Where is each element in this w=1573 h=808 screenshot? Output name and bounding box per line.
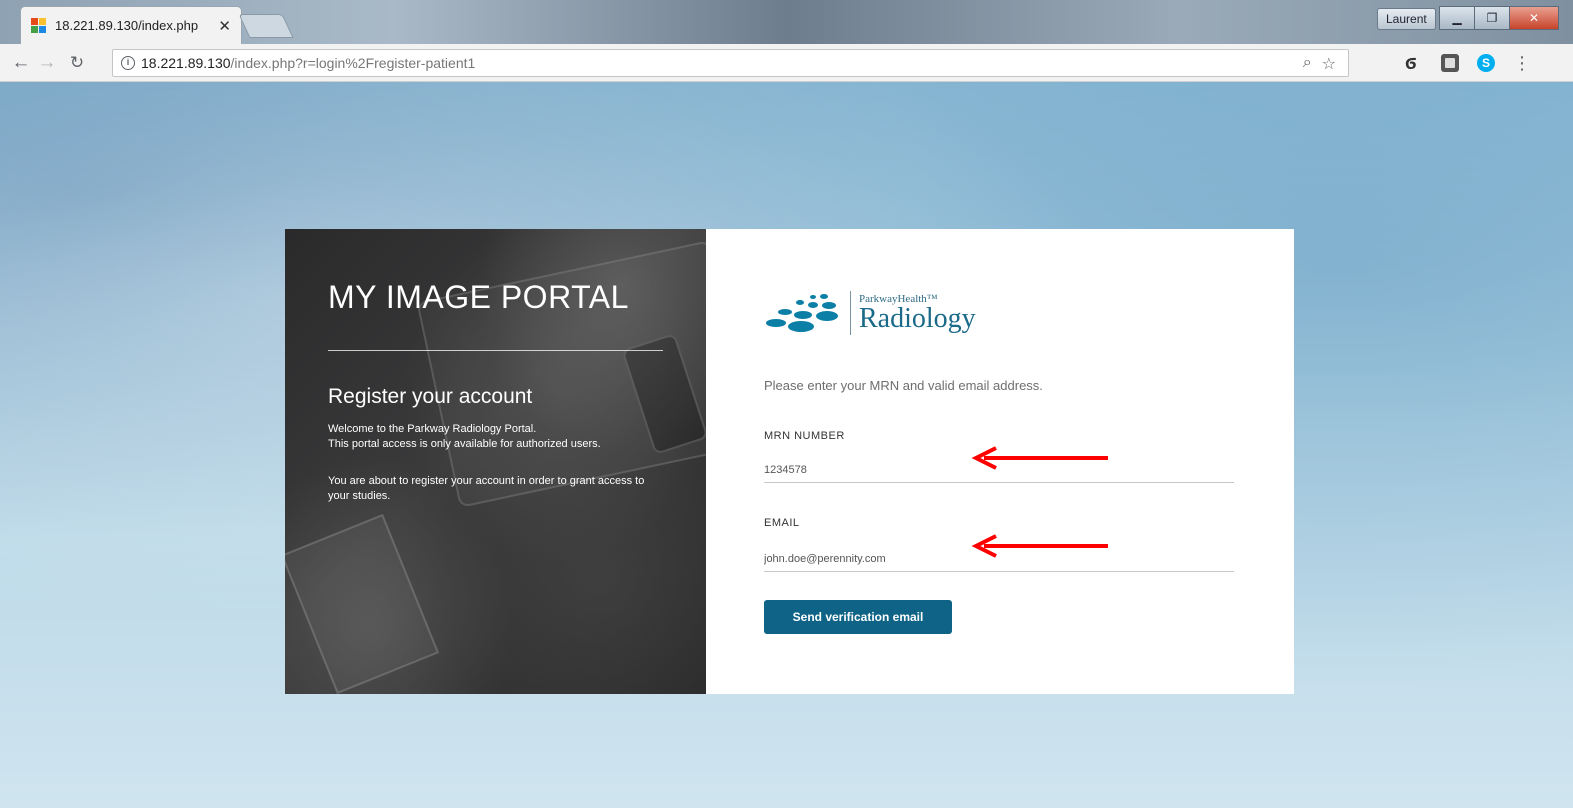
notebook-photo-decoration (285, 513, 440, 694)
mrn-label: MRN NUMBER (764, 430, 845, 442)
back-icon[interactable]: ← (8, 50, 34, 76)
window-titlebar: 18.221.89.130/index.php ✕ Laurent ▁ ❐ ✕ (0, 0, 1573, 44)
welcome-text: Welcome to the Parkway Radiology Portal. (328, 423, 537, 435)
tab-title: 18.221.89.130/index.php (55, 18, 199, 33)
url-host: 18.221.89.130 (141, 55, 231, 71)
browser-tab[interactable]: 18.221.89.130/index.php ✕ (20, 6, 242, 44)
logo-separator (850, 291, 851, 335)
square-extension-icon[interactable] (1441, 54, 1459, 72)
maximize-icon: ❐ (1486, 11, 1498, 25)
authorized-users-text: This portal access is only available for… (328, 438, 601, 450)
star-icon[interactable]: ☆ (1322, 54, 1336, 74)
form-instruction: Please enter your MRN and valid email ad… (764, 378, 1043, 393)
close-icon: ✕ (1528, 11, 1540, 25)
about-text: You are about to register your account i… (328, 475, 645, 502)
minimize-button[interactable]: ▁ (1439, 6, 1475, 30)
tab-close-icon[interactable]: ✕ (218, 17, 231, 35)
info-icon[interactable]: i (121, 56, 135, 70)
new-tab-button[interactable] (238, 14, 294, 38)
window-controls: ▁ ❐ ✕ (1439, 6, 1559, 30)
logo-text: ParkwayHealth™ Radiology (859, 293, 976, 333)
url-path: /index.php?r=login%2Fregister-patient1 (230, 55, 476, 71)
zoom-icon[interactable]: ⌕ (1303, 54, 1312, 74)
minimize-icon: ▁ (1452, 11, 1462, 25)
parkway-logo: ParkwayHealth™ Radiology (764, 291, 976, 335)
logo-dots-icon (764, 293, 844, 333)
annotation-arrow-mrn (971, 446, 1108, 470)
extensions-area: ϭ S ⋮ (1405, 53, 1531, 73)
url-text[interactable]: 18.221.89.130/index.php?r=login%2Fregist… (141, 55, 475, 71)
browser-toolbar: ← → ↻ i 18.221.89.130/index.php?r=login%… (0, 44, 1573, 82)
close-window-button[interactable]: ✕ (1509, 6, 1559, 30)
menu-icon[interactable]: ⋮ (1513, 54, 1531, 72)
left-panel: MY IMAGE PORTAL Register your account We… (285, 229, 706, 694)
address-bar[interactable]: i 18.221.89.130/index.php?r=login%2Fregi… (112, 49, 1349, 77)
skype-icon[interactable]: S (1477, 54, 1495, 72)
maximize-button[interactable]: ❐ (1474, 6, 1510, 30)
email-label: EMAIL (764, 517, 800, 529)
portal-title: MY IMAGE PORTAL (328, 279, 629, 315)
annotation-arrow-email (971, 534, 1108, 558)
flame-extension-icon[interactable]: ϭ (1405, 53, 1423, 73)
logo-product: Radiology (859, 303, 976, 334)
register-heading: Register your account (328, 385, 533, 408)
favicon-icon (31, 17, 47, 34)
reload-icon[interactable]: ↻ (64, 50, 90, 76)
omnibox-actions: ⌕ ☆ (1303, 54, 1336, 74)
forward-icon[interactable]: → (34, 50, 60, 76)
send-verification-button[interactable]: Send verification email (764, 600, 952, 634)
user-profile-badge[interactable]: Laurent (1377, 8, 1436, 30)
title-divider (328, 350, 663, 351)
